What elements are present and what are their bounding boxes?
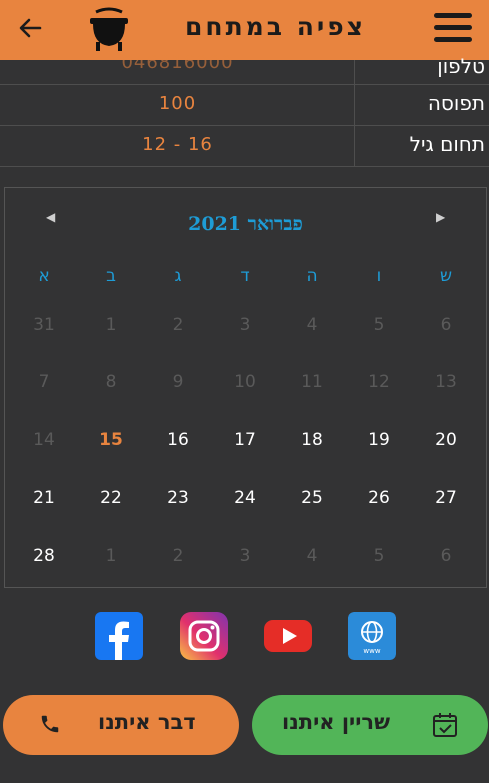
hamburger-menu-icon[interactable] bbox=[434, 13, 472, 43]
calendar-day: 10 bbox=[234, 372, 256, 392]
calendar-day: 4 bbox=[306, 546, 318, 566]
youtube-icon[interactable] bbox=[264, 612, 312, 660]
svg-text:www: www bbox=[363, 647, 380, 655]
info-row-age: תחום גיל 12 - 16 bbox=[0, 126, 489, 167]
calendar-day[interactable]: 27 bbox=[426, 488, 466, 508]
calendar-day: 7 bbox=[38, 372, 50, 392]
calendar-day: 3 bbox=[239, 315, 251, 335]
phone-label: טלפון bbox=[437, 54, 485, 78]
calendar-day[interactable]: 23 bbox=[158, 488, 198, 508]
age-range-label: תחום גיל bbox=[409, 132, 485, 156]
weekday-header: ו bbox=[376, 266, 382, 286]
availability-calendar: ◀ פברואר 2021 ▶ ש ו ה ד ג ב א 6 5 4 3 2 1 31 13 12 11 10 9… bbox=[4, 187, 487, 588]
calendar-day[interactable]: 15 bbox=[91, 430, 131, 450]
calendar-day[interactable]: 16 bbox=[158, 430, 198, 450]
calendar-day[interactable]: 24 bbox=[225, 488, 265, 508]
calendar-day: 12 bbox=[368, 372, 390, 392]
calendar-day: 31 bbox=[33, 315, 55, 335]
calendar-day: 5 bbox=[373, 546, 385, 566]
calendar-day[interactable]: 22 bbox=[91, 488, 131, 508]
calendar-day: 14 bbox=[33, 430, 55, 450]
calendar-day[interactable]: 25 bbox=[292, 488, 332, 508]
calendar-day[interactable]: 26 bbox=[359, 488, 399, 508]
calendar-day[interactable]: 19 bbox=[359, 430, 399, 450]
phone-value[interactable]: 046816000 bbox=[0, 52, 355, 73]
weekday-header: א bbox=[38, 266, 50, 286]
calendar-day[interactable]: 17 bbox=[225, 430, 265, 450]
next-month-icon[interactable]: ▶ bbox=[436, 210, 445, 224]
back-arrow-icon[interactable] bbox=[16, 14, 44, 42]
calendar-day: 2 bbox=[172, 546, 184, 566]
weekday-header: ד bbox=[240, 266, 250, 286]
weekday-header: ש bbox=[439, 266, 453, 286]
website-icon[interactable]: www bbox=[348, 612, 396, 660]
calendar-day: 11 bbox=[301, 372, 323, 392]
calendar-day: 4 bbox=[306, 315, 318, 335]
phone-icon bbox=[41, 715, 59, 733]
call-button[interactable]: דבר איתנו bbox=[3, 695, 239, 755]
age-range-value: 12 - 16 bbox=[142, 134, 213, 155]
weekday-header: ה bbox=[306, 266, 318, 286]
calendar-day: 9 bbox=[172, 372, 184, 392]
book-button-label: שריין איתנו bbox=[282, 710, 390, 734]
facebook-icon[interactable] bbox=[95, 612, 143, 660]
calendar-day: 6 bbox=[440, 546, 452, 566]
capacity-label: תפוסה bbox=[427, 91, 485, 115]
info-row-capacity: תפוסה 100 bbox=[0, 85, 489, 126]
calendar-check-icon bbox=[433, 713, 457, 737]
instagram-icon[interactable] bbox=[180, 612, 228, 660]
calendar-day: 2 bbox=[172, 315, 184, 335]
calendar-day: 1 bbox=[105, 546, 117, 566]
calendar-day[interactable]: 18 bbox=[292, 430, 332, 450]
calendar-day: 1 bbox=[105, 315, 117, 335]
calendar-day: 6 bbox=[440, 315, 452, 335]
cauldron-icon bbox=[90, 7, 128, 51]
calendar-day: 3 bbox=[239, 546, 251, 566]
info-row-phone: טלפון 046816000 bbox=[0, 52, 489, 85]
book-button[interactable]: שריין איתנו bbox=[252, 695, 488, 755]
calendar-day: 8 bbox=[105, 372, 117, 392]
page-title: צפיה במתחם bbox=[185, 12, 367, 41]
weekday-header: ב bbox=[106, 266, 116, 286]
call-button-label: דבר איתנו bbox=[98, 710, 196, 734]
calendar-day[interactable]: 21 bbox=[24, 488, 64, 508]
calendar-day[interactable]: 20 bbox=[426, 430, 466, 450]
calendar-month-title: פברואר 2021 bbox=[188, 213, 303, 235]
weekday-header: ג bbox=[174, 266, 182, 286]
calendar-day: 5 bbox=[373, 315, 385, 335]
capacity-value: 100 bbox=[158, 93, 197, 114]
calendar-day: 13 bbox=[435, 372, 457, 392]
app-header: צפיה במתחם bbox=[0, 0, 489, 60]
calendar-day[interactable]: 28 bbox=[24, 546, 64, 566]
